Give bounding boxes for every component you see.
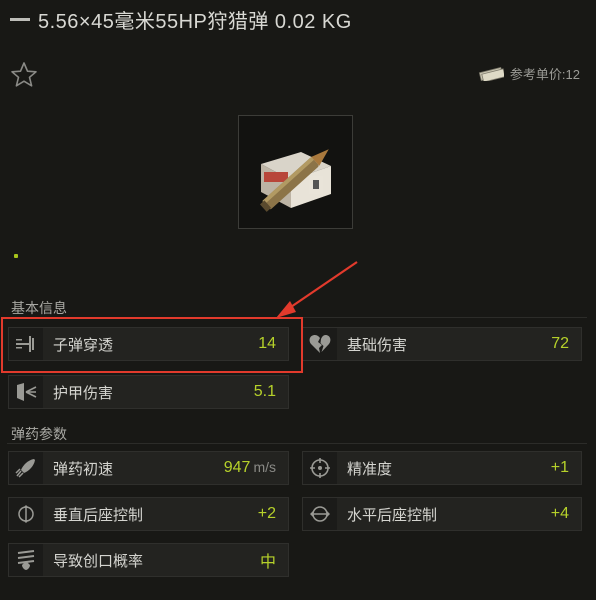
highlight-box	[1, 317, 303, 373]
stat-value: 中	[259, 554, 276, 571]
stat-label: 水平后座控制	[347, 506, 438, 524]
stat-armor-damage[interactable]: 护甲伤害 5.1	[8, 375, 289, 409]
stat-bleed-chance[interactable]: 导致创口概率 中	[8, 543, 289, 577]
stat-value: +2	[257, 505, 276, 522]
section-ammo-params: 弹药参数	[11, 426, 67, 442]
stat-value: +1	[550, 459, 569, 476]
stat-label: 护甲伤害	[53, 384, 114, 402]
crosshair-icon	[303, 452, 337, 484]
reference-price-label: 参考单价:12	[509, 67, 580, 82]
stat-label: 精准度	[347, 460, 393, 478]
stat-label: 弹药初速	[53, 460, 114, 478]
stat-label: 导致创口概率	[53, 552, 144, 570]
stat-accuracy[interactable]: 精准度 +1	[302, 451, 582, 485]
money-icon	[478, 66, 504, 81]
broken-heart-icon	[303, 328, 337, 360]
stat-label: 基础伤害	[347, 336, 408, 354]
stat-vertical-recoil[interactable]: 垂直后座控制 +2	[8, 497, 289, 531]
stat-value: 947 m/s	[224, 459, 276, 477]
stat-value-number: 947	[223, 459, 251, 476]
title-bar: 5.56×45毫米55HP狩猎弹 0.02 KG	[0, 0, 596, 38]
stat-unit: m/s	[253, 459, 276, 475]
rocket-icon	[9, 452, 43, 484]
stat-horizontal-recoil[interactable]: 水平后座控制 +4	[302, 497, 582, 531]
star-icon[interactable]	[9, 60, 39, 90]
collapse-dash-icon[interactable]	[10, 17, 30, 21]
section-basic-info: 基本信息	[11, 300, 67, 316]
bleed-icon	[9, 544, 43, 576]
stat-label: 垂直后座控制	[53, 506, 144, 524]
vertical-recoil-icon	[9, 498, 43, 530]
item-image-frame[interactable]	[238, 115, 353, 229]
stat-value: 72	[551, 335, 569, 352]
stat-muzzle-velocity[interactable]: 弹药初速 947 m/s	[8, 451, 289, 485]
divider	[7, 443, 587, 444]
ammo-box-icon	[259, 149, 331, 212]
horizontal-recoil-icon	[303, 498, 337, 530]
reference-price: 参考单价:12	[478, 64, 580, 83]
stat-base-damage[interactable]: 基础伤害 72	[302, 327, 582, 361]
armor-damage-icon	[9, 376, 43, 408]
stat-value: 5.1	[253, 383, 276, 400]
item-title: 5.56×45毫米55HP狩猎弹 0.02 KG	[38, 10, 352, 33]
stat-value: +4	[550, 505, 569, 522]
status-dot	[14, 254, 18, 258]
